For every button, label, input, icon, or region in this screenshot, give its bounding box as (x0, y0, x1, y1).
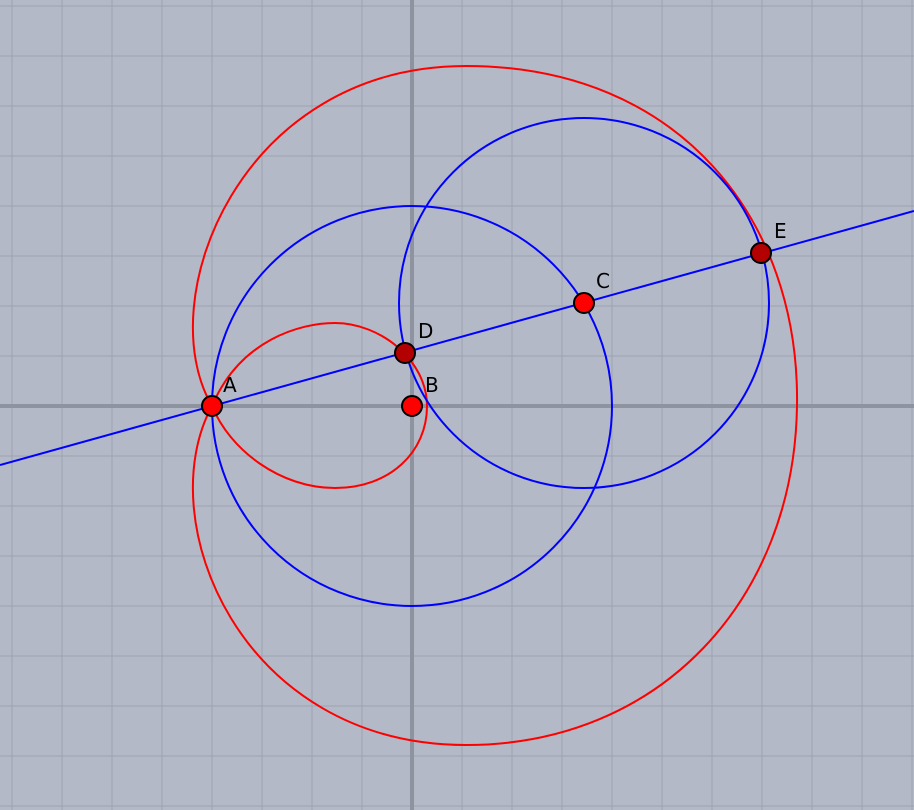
point-b-marker[interactable] (401, 395, 423, 417)
point-d-label: D (418, 319, 433, 343)
line-through-points[interactable] (0, 210, 914, 466)
point-c-marker[interactable] (573, 292, 595, 314)
point-b-label: B (425, 373, 439, 397)
point-e-label: E (774, 219, 787, 243)
point-e-marker[interactable] (750, 242, 772, 264)
point-a[interactable]: A (201, 373, 237, 417)
geometry-canvas[interactable]: A B C D E (0, 0, 914, 810)
point-a-label: A (223, 373, 237, 397)
point-d-marker[interactable] (394, 342, 416, 364)
point-a-marker[interactable] (201, 395, 223, 417)
point-c-label: C (596, 269, 610, 293)
